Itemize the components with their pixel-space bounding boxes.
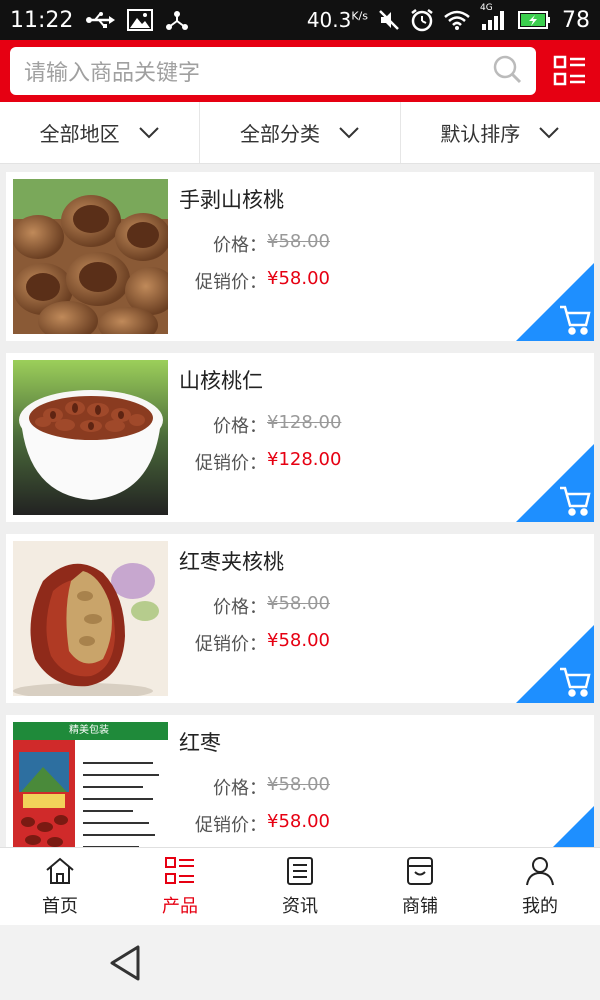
filter-region[interactable]: 全部地区 — [0, 102, 201, 163]
filter-bar: 全部地区 全部分类 默认排序 — [0, 102, 600, 164]
promo-row: 促销价： ¥58.00 — [179, 630, 479, 656]
cell-signal-icon: 4G — [480, 3, 508, 31]
filter-category[interactable]: 全部分类 — [200, 102, 401, 163]
alarm-icon — [410, 8, 434, 32]
search-box[interactable]: 请输入商品关键字 — [10, 47, 537, 95]
add-to-cart-button[interactable] — [516, 263, 594, 341]
promo-label: 促销价： — [195, 815, 267, 836]
original-price: ¥58.00 — [267, 774, 330, 795]
product-card[interactable]: 红枣夹核桃 价格： ¥58.00 促销价： ¥58.00 — [6, 534, 594, 703]
battery-icon — [518, 10, 552, 30]
network-speed: 40.3K/s — [306, 8, 368, 32]
price-row: 价格： ¥128.00 — [179, 412, 479, 438]
nav-shop[interactable]: 商铺 — [360, 848, 480, 925]
promo-label: 促销价： — [195, 272, 267, 293]
category-list-icon — [553, 55, 586, 86]
back-triangle-icon — [110, 945, 140, 981]
promo-row: 促销价： ¥58.00 — [179, 268, 479, 294]
price-row: 价格： ¥58.00 — [179, 231, 479, 257]
product-name[interactable]: 山核桃仁 — [179, 365, 263, 395]
promo-price: ¥58.00 — [267, 630, 330, 651]
original-price: ¥128.00 — [267, 412, 342, 433]
user-icon — [526, 856, 554, 885]
bottom-nav: 首页 产品 资讯 商铺 我的 — [0, 847, 600, 925]
price-label: 价格： — [213, 778, 267, 799]
battery-level: 78 — [562, 7, 590, 33]
original-price: ¥58.00 — [267, 231, 330, 252]
price-row: 价格： ¥58.00 — [179, 774, 479, 800]
header: 请输入商品关键字 — [0, 40, 600, 102]
search-input[interactable]: 请输入商品关键字 — [24, 55, 492, 87]
status-time: 11:22 — [10, 7, 74, 33]
add-to-cart-button[interactable] — [516, 625, 594, 703]
product-name[interactable]: 红枣 — [179, 727, 221, 757]
product-image[interactable] — [13, 541, 168, 696]
product-name[interactable]: 手剥山核桃 — [179, 184, 284, 214]
product-card[interactable]: 手剥山核桃 价格： ¥58.00 促销价： ¥58.00 — [6, 172, 594, 341]
nav-products[interactable]: 产品 — [120, 848, 240, 925]
news-icon — [287, 856, 313, 885]
product-card[interactable]: 精美包装 红枣 价格： ¥58.00 促销价： ¥58.00 — [6, 715, 594, 847]
usb-icon — [85, 11, 116, 29]
price-label: 价格： — [213, 597, 267, 618]
wifi-icon — [444, 10, 470, 30]
mute-icon — [378, 9, 400, 31]
product-card[interactable]: 山核桃仁 价格： ¥128.00 促销价： ¥128.00 — [6, 353, 594, 522]
promo-label: 促销价： — [195, 634, 267, 655]
system-nav-bar — [0, 925, 600, 1000]
promo-price: ¥128.00 — [267, 449, 342, 470]
promo-label: 促销价： — [195, 453, 267, 474]
promo-row: 促销价： ¥58.00 — [179, 811, 479, 837]
price-label: 价格： — [213, 416, 267, 437]
back-button[interactable] — [108, 945, 142, 981]
promo-price: ¥58.00 — [267, 811, 330, 832]
price-row: 价格： ¥58.00 — [179, 593, 479, 619]
chevron-down-icon — [539, 126, 560, 138]
home-icon — [46, 857, 74, 884]
promo-price: ¥58.00 — [267, 268, 330, 289]
shop-icon — [407, 856, 433, 885]
add-to-cart-button[interactable] — [516, 806, 594, 847]
status-bar: 11:22 40.3K/s 4G 78 — [0, 0, 600, 40]
original-price: ¥58.00 — [267, 593, 330, 614]
share-icon — [165, 9, 189, 31]
chevron-down-icon — [339, 126, 359, 138]
price-label: 价格： — [213, 235, 267, 256]
nav-home[interactable]: 首页 — [0, 848, 120, 925]
filter-sort[interactable]: 默认排序 — [401, 102, 600, 163]
product-image[interactable] — [13, 179, 168, 334]
search-icon[interactable] — [492, 54, 522, 88]
product-name[interactable]: 红枣夹核桃 — [179, 546, 284, 576]
chevron-down-icon — [138, 126, 159, 138]
image-icon — [127, 9, 154, 31]
nav-news[interactable]: 资讯 — [240, 848, 360, 925]
product-list: 手剥山核桃 价格： ¥58.00 促销价： ¥58.00 山核桃仁 价格： ¥1… — [6, 172, 594, 847]
category-menu-button[interactable] — [550, 51, 590, 91]
add-to-cart-button[interactable] — [516, 444, 594, 522]
promo-row: 促销价： ¥128.00 — [179, 449, 479, 475]
list-icon — [165, 856, 194, 884]
nav-me[interactable]: 我的 — [480, 848, 600, 925]
product-image[interactable]: 精美包装 — [13, 722, 168, 847]
product-image[interactable] — [13, 360, 168, 515]
